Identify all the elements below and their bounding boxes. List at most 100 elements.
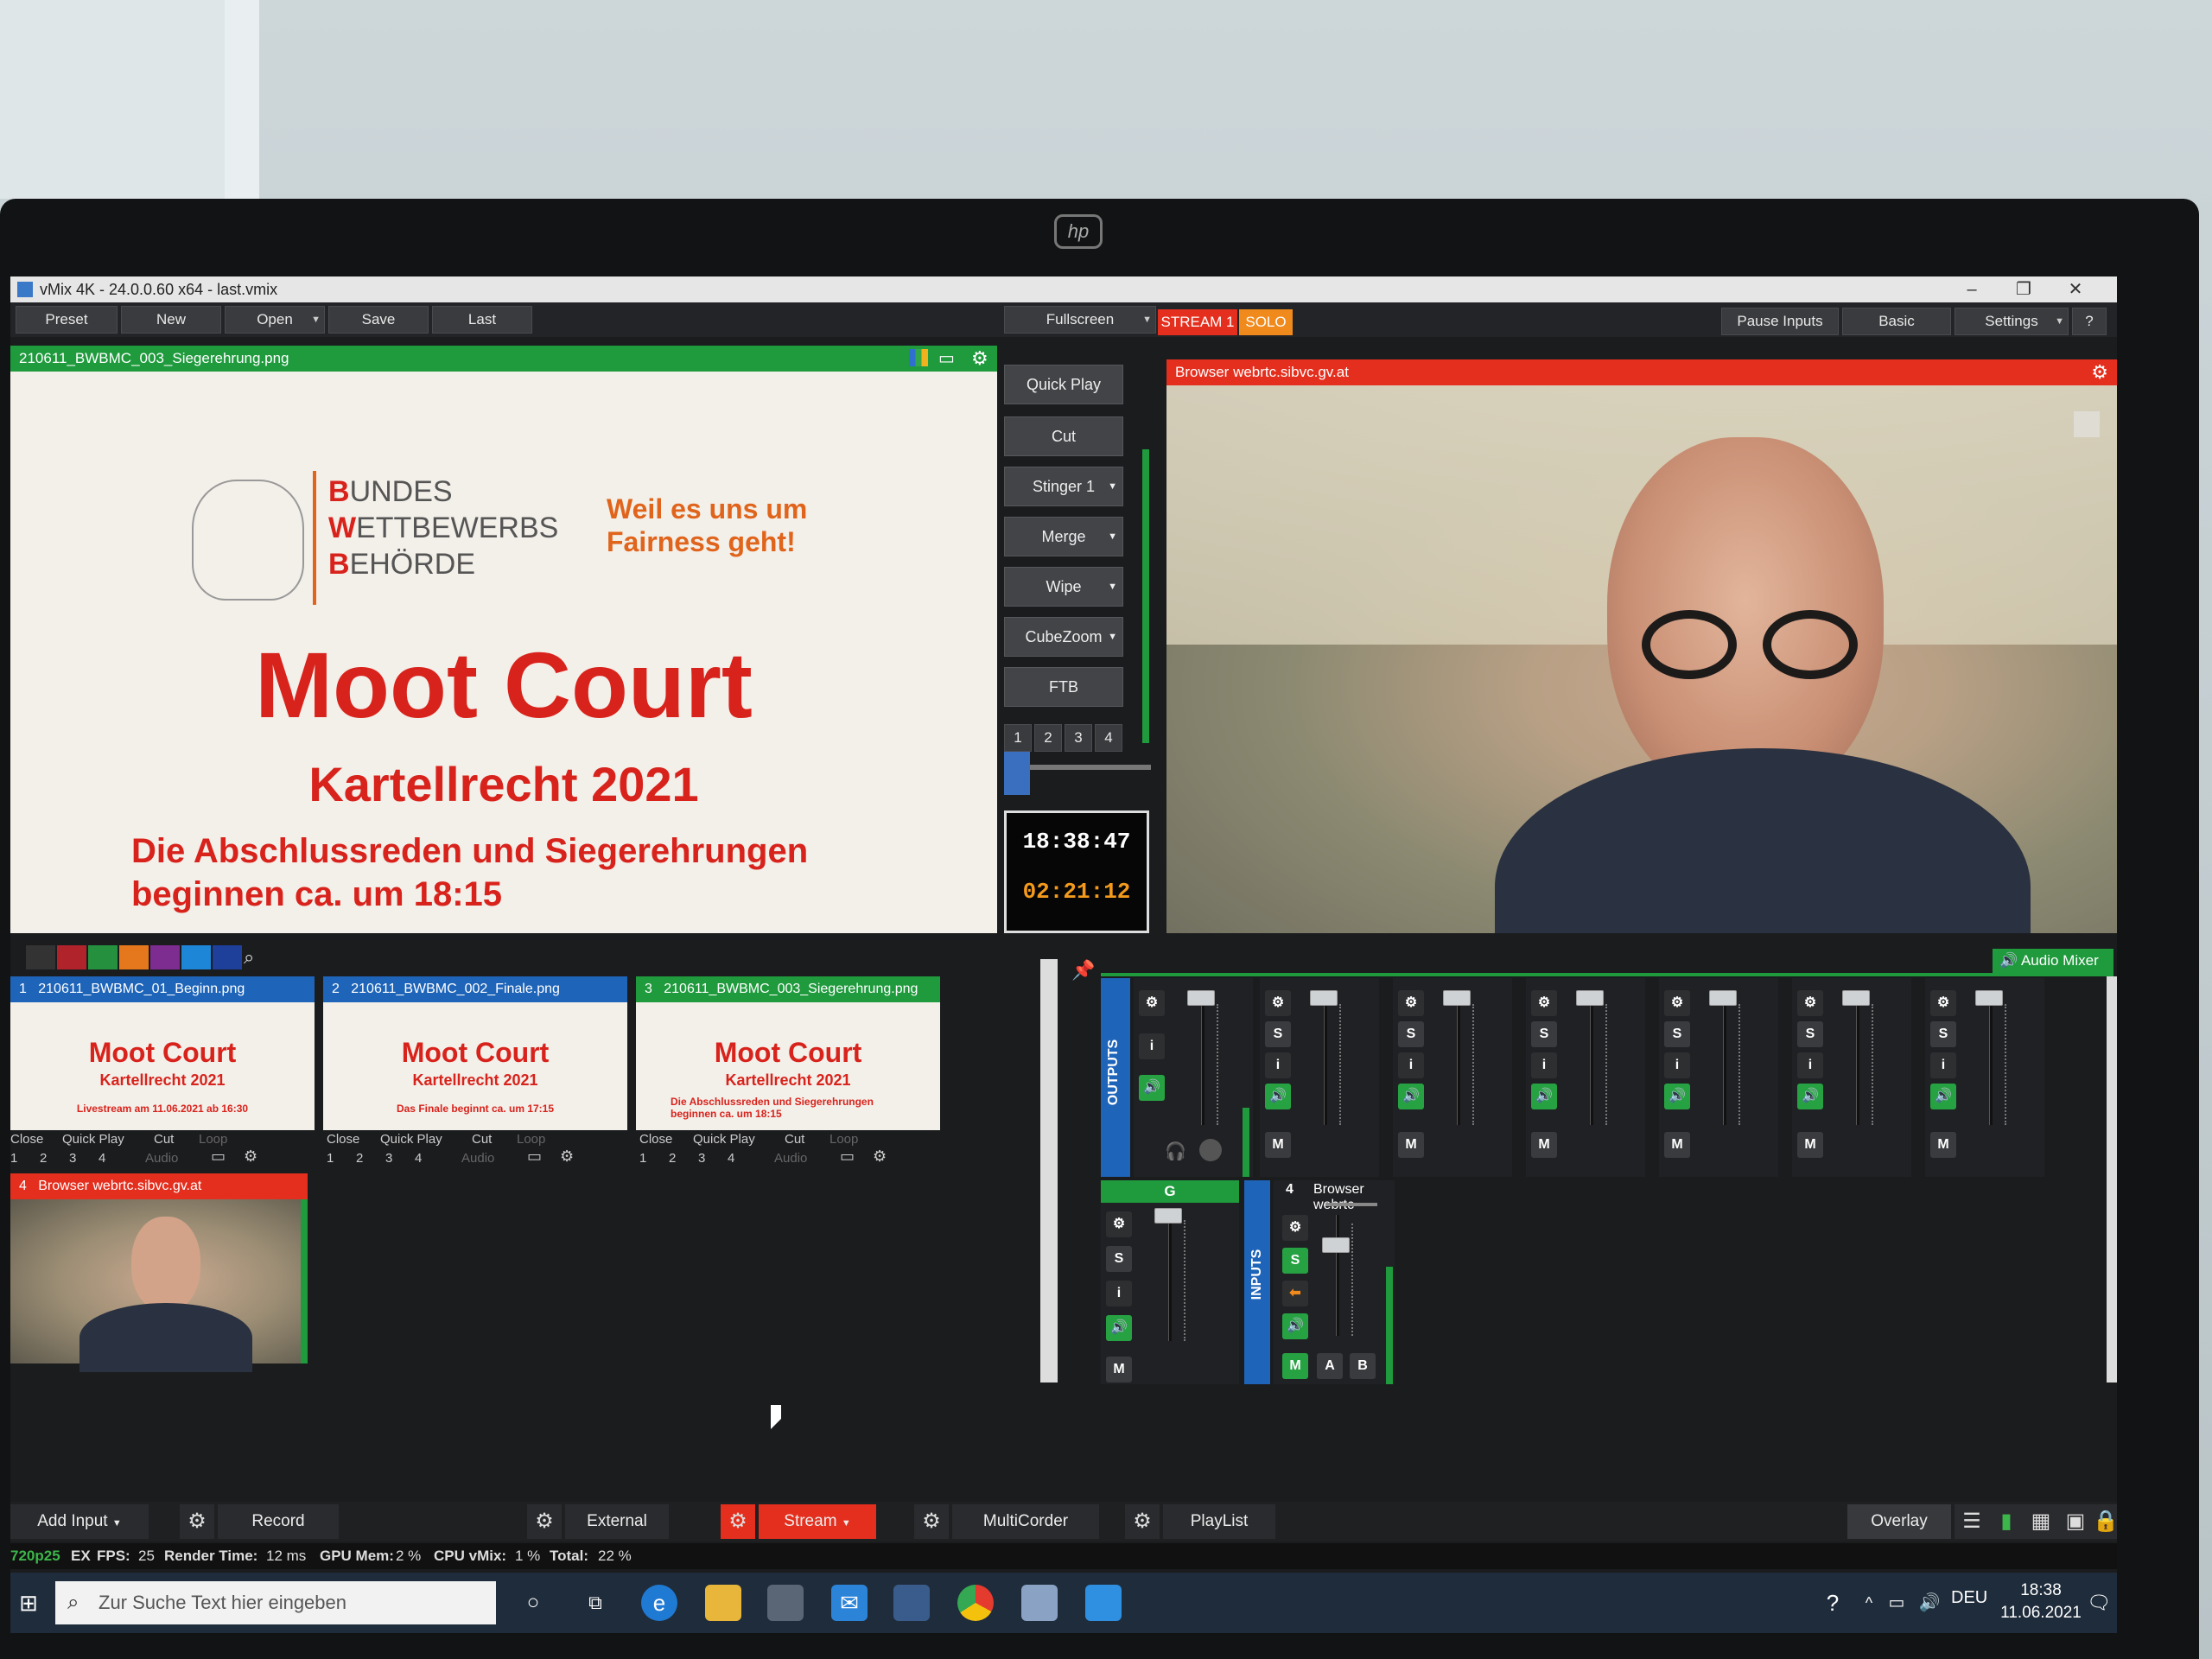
list-icon[interactable]: ☰ <box>1955 1504 1989 1539</box>
colour-filter-navy[interactable] <box>213 945 242 969</box>
pause-inputs-button[interactable]: Pause Inputs <box>1721 308 1839 335</box>
settings-button[interactable]: Settings ▼ <box>1955 308 2069 335</box>
gear-icon[interactable]: ⚙ <box>1930 990 1956 1016</box>
fader-track[interactable] <box>1723 995 1726 1125</box>
mute-button[interactable]: M <box>1265 1132 1291 1158</box>
input-tile[interactable]: 3 210611_BWBMC_003_Siegerehrung.png Moot… <box>636 976 940 1166</box>
gear-icon[interactable]: ⚙ <box>914 1504 949 1539</box>
solo-button[interactable]: S <box>1930 1021 1956 1047</box>
gear-icon[interactable]: ⚙ <box>1282 1215 1308 1241</box>
overlay-2-button[interactable]: 2 <box>669 1151 676 1166</box>
gear-icon[interactable]: ⚙ <box>1139 990 1165 1016</box>
fader-knob[interactable] <box>1322 1237 1350 1253</box>
loop-button[interactable]: Loop <box>830 1132 858 1147</box>
lock-icon[interactable]: 🔒 <box>2093 1504 2117 1539</box>
folder-icon[interactable] <box>705 1585 741 1621</box>
gear-icon[interactable]: ⚙ <box>560 1147 574 1166</box>
speaker-icon[interactable]: 🔊 <box>1664 1084 1690 1109</box>
mute-button[interactable]: M <box>1664 1132 1690 1158</box>
gear-icon[interactable]: ⚙ <box>2091 359 2108 385</box>
gear-icon[interactable]: ⚙ <box>180 1504 214 1539</box>
fader-track[interactable] <box>1324 995 1327 1125</box>
cortana-icon[interactable]: ○ <box>515 1585 551 1621</box>
audio-button[interactable]: Audio <box>461 1151 494 1166</box>
overlay-3-button[interactable]: 3 <box>698 1151 705 1166</box>
overlay-2-button[interactable]: 2 <box>40 1151 47 1166</box>
quick-play-button[interactable]: Quick Play <box>62 1132 124 1147</box>
speaker-icon[interactable]: 🔊 <box>1106 1315 1132 1341</box>
mute-button[interactable]: M <box>1797 1132 1823 1158</box>
info-button[interactable]: i <box>1398 1052 1424 1078</box>
colour-filter-red[interactable] <box>57 945 86 969</box>
fader-track[interactable] <box>1856 995 1859 1125</box>
mute-button[interactable]: M <box>1398 1132 1424 1158</box>
audio-button[interactable]: Audio <box>774 1151 807 1166</box>
balance-slider[interactable] <box>1325 1203 1377 1206</box>
overlay-4-button[interactable]: 4 <box>728 1151 734 1166</box>
fader-knob[interactable] <box>1310 990 1338 1006</box>
colour-filter-blue[interactable] <box>181 945 211 969</box>
fader-knob[interactable] <box>1443 990 1471 1006</box>
mixer-scrollbar[interactable] <box>2107 976 2117 1382</box>
notification-icon[interactable]: 🗨 <box>2081 1585 2117 1621</box>
gear-icon[interactable]: ⚙ <box>1106 1211 1132 1237</box>
search-input[interactable]: ⌕ Zur Suche Text hier eingeben <box>55 1581 496 1624</box>
input-tile[interactable]: 1 210611_BWBMC_01_Beginn.png Moot Court … <box>10 976 315 1166</box>
speaker-icon[interactable]: 🔊 <box>1265 1084 1291 1109</box>
bus-g-header[interactable]: G <box>1101 1180 1239 1203</box>
gear-icon[interactable]: ⚙ <box>971 346 988 372</box>
loop-button[interactable]: Loop <box>517 1132 545 1147</box>
fader-knob[interactable] <box>1842 990 1870 1006</box>
stream-status-badge[interactable]: STREAM 1 <box>1158 309 1237 335</box>
colour-filter-orange[interactable] <box>119 945 149 969</box>
overlay-3-button[interactable]: 3 <box>385 1151 392 1166</box>
basic-button[interactable]: Basic <box>1842 308 1951 335</box>
loop-button[interactable]: Loop <box>199 1132 227 1147</box>
audio-mixer-tab[interactable]: 🔊 Audio Mixer <box>1993 949 2113 973</box>
vmix-taskbar-icon[interactable] <box>1085 1585 1122 1621</box>
bar-chart-icon[interactable]: ▮ <box>1989 1504 2024 1539</box>
overlay-2-button[interactable]: 2 <box>356 1151 363 1166</box>
quick-play-button[interactable]: Quick Play <box>693 1132 755 1147</box>
colour-filter-purple[interactable] <box>150 945 180 969</box>
colour-icon[interactable] <box>909 349 928 366</box>
windows-start-icon[interactable]: ⊞ <box>10 1585 47 1621</box>
gear-icon[interactable]: ⚙ <box>1265 990 1291 1016</box>
close-button[interactable]: Close <box>639 1132 672 1147</box>
quick-play-button[interactable]: Quick Play <box>1004 365 1123 404</box>
overlay-3-button[interactable]: 3 <box>69 1151 76 1166</box>
info-button[interactable]: i <box>1664 1052 1690 1078</box>
output-video[interactable] <box>1166 385 2117 933</box>
fullscreen-button[interactable]: Fullscreen ▼ <box>1004 306 1156 334</box>
overlay-4-button[interactable]: 4 <box>99 1151 105 1166</box>
external-button[interactable]: External <box>565 1504 669 1539</box>
cut-button[interactable]: Cut <box>472 1132 492 1147</box>
cut-button[interactable]: Cut <box>154 1132 174 1147</box>
fader-knob[interactable] <box>1709 990 1737 1006</box>
restore-icon[interactable]: ❐ <box>1998 276 2050 302</box>
mute-button[interactable]: M <box>1106 1357 1132 1382</box>
monitor-icon[interactable]: ▭ <box>211 1147 226 1166</box>
overlay-1-button[interactable]: 1 <box>10 1151 17 1166</box>
preset-button[interactable]: Preset <box>16 306 118 334</box>
search-icon[interactable]: ⌕ <box>244 945 268 969</box>
transition-2-button[interactable]: 2 <box>1034 724 1062 752</box>
volume-icon[interactable]: 🔊 <box>1911 1585 1948 1621</box>
ftb-button[interactable]: FTB <box>1004 667 1123 707</box>
speaker-icon[interactable]: 🔊 <box>1398 1084 1424 1109</box>
edge-icon[interactable]: e <box>641 1585 677 1621</box>
wipe-button[interactable]: Wipe ▼ <box>1004 567 1123 607</box>
bus-b-button[interactable]: B <box>1350 1353 1376 1379</box>
colour-filter-grey[interactable] <box>26 945 55 969</box>
info-button[interactable]: i <box>1106 1281 1132 1306</box>
pin-icon[interactable]: 📌 <box>1071 959 1097 985</box>
help-tray-icon[interactable]: ? <box>1815 1585 1851 1621</box>
camera-icon[interactable]: ▣ <box>2058 1504 2093 1539</box>
multicorder-button[interactable]: MultiCorder <box>952 1504 1099 1539</box>
colour-filter-green[interactable] <box>88 945 118 969</box>
fader-track[interactable] <box>1336 1215 1339 1336</box>
merge-button[interactable]: Merge ▼ <box>1004 517 1123 556</box>
overlay-4-button[interactable]: 4 <box>415 1151 422 1166</box>
solo-button[interactable]: S <box>1265 1021 1291 1047</box>
fader-knob[interactable] <box>1576 990 1604 1006</box>
